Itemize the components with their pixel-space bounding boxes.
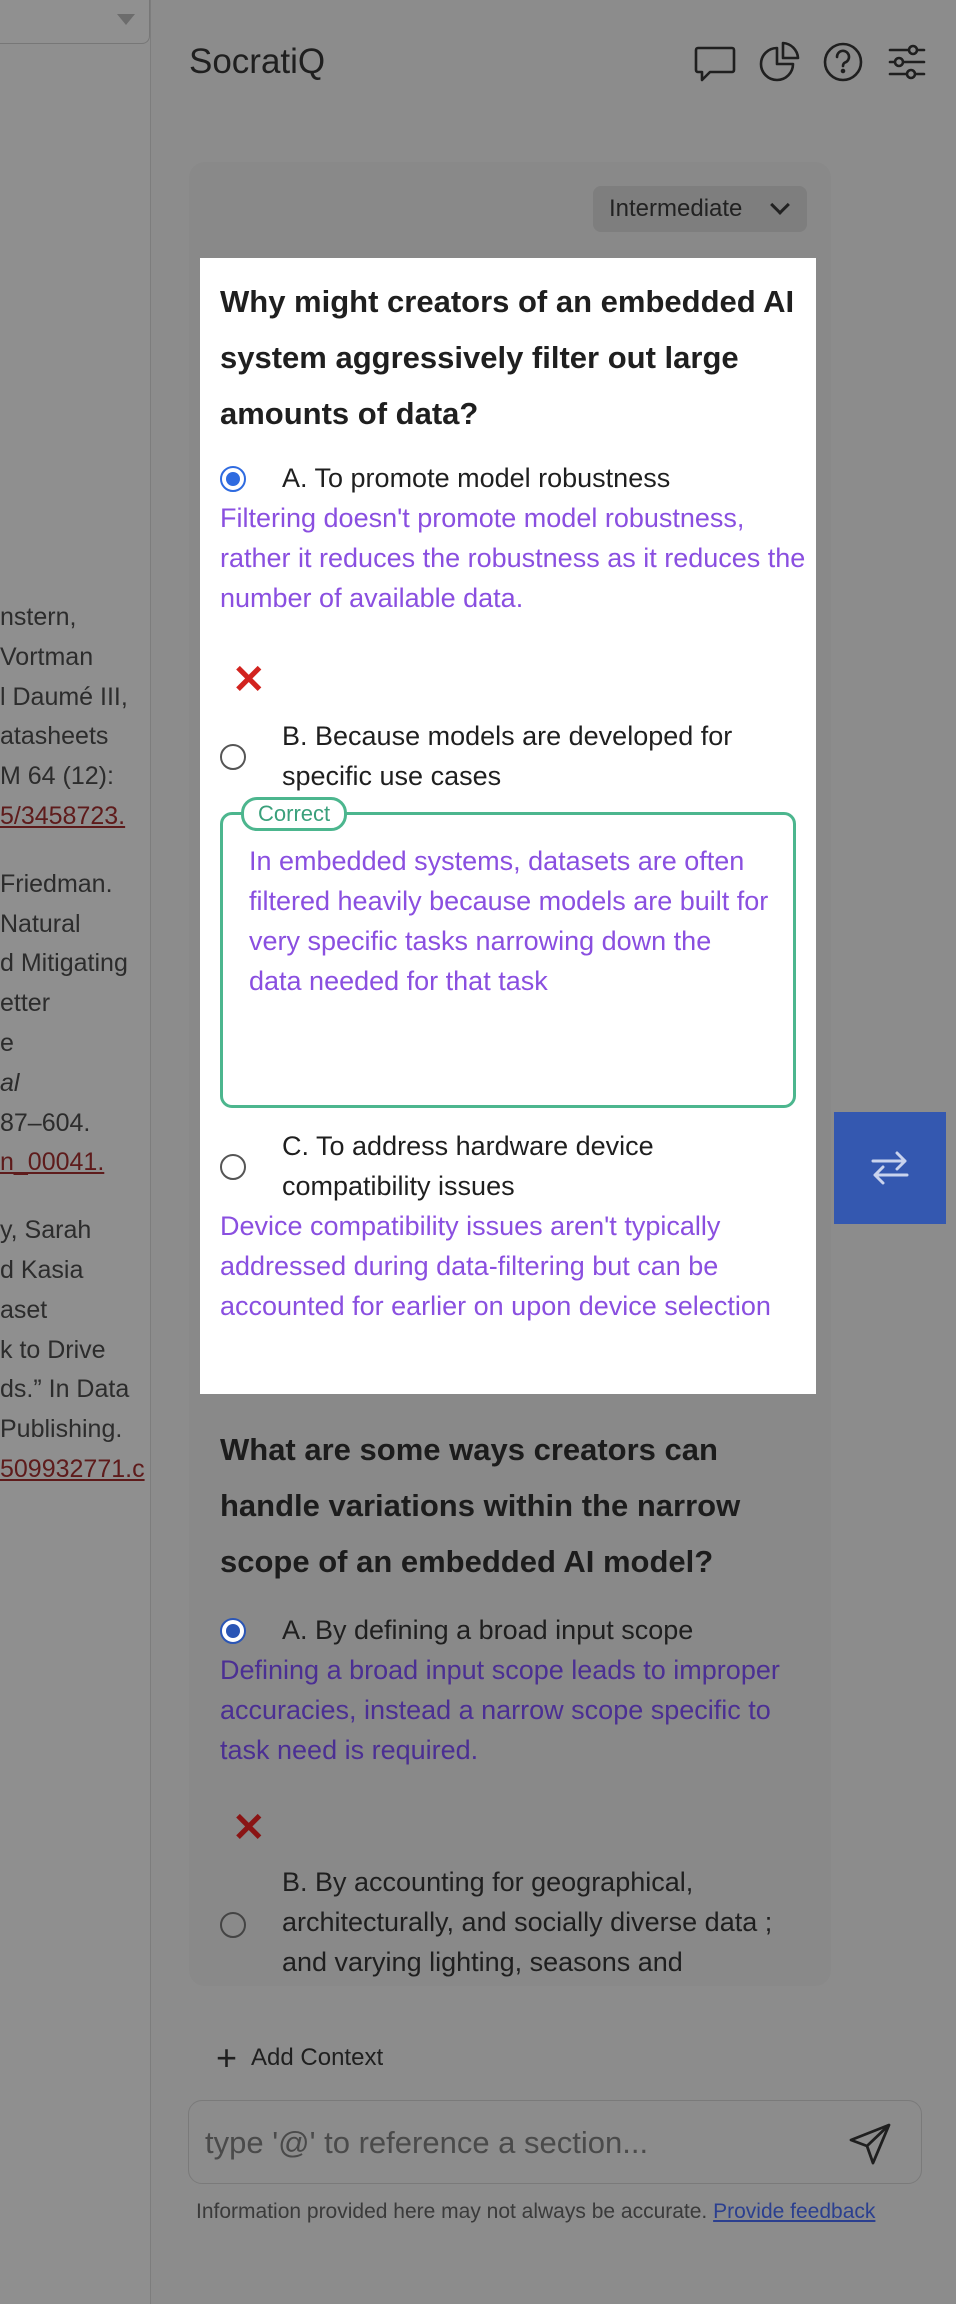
app-title: SocratiQ xyxy=(189,42,326,81)
disclaimer-text: Information provided here may not always… xyxy=(196,2200,708,2223)
option-a[interactable]: A. By defining a broad input scope xyxy=(220,1610,810,1650)
swap-button[interactable] xyxy=(834,1112,946,1224)
chart-icon[interactable] xyxy=(757,40,801,84)
option-b-label: B. Because models are developed for spec… xyxy=(282,721,733,791)
document-line: M 64 (12): xyxy=(0,762,114,791)
question-card-2: What are some ways creators can handle v… xyxy=(220,1422,810,1982)
option-c[interactable]: C. To address hardware device compatibil… xyxy=(220,1126,800,1206)
question-text: Why might creators of an embedded AI sys… xyxy=(220,284,795,431)
document-line: atasheets xyxy=(0,722,109,751)
background-document: nstern, Vortman l Daumé III, atasheets M 64 … xyxy=(0,0,150,2304)
plus-icon: + xyxy=(216,2037,238,2078)
document-line: e xyxy=(0,1028,14,1057)
document-line: Vortman xyxy=(0,642,94,671)
document-line: Natural xyxy=(0,909,81,938)
document-line: Friedman. xyxy=(0,869,113,898)
document-line: Publishing. xyxy=(0,1415,123,1444)
option-a-label: A. To promote model robustness xyxy=(282,463,671,493)
option-a-feedback: Filtering doesn't promote model robustne… xyxy=(220,503,806,613)
document-line: aset xyxy=(0,1295,48,1324)
document-select[interactable] xyxy=(0,0,150,44)
option-a-feedback: Defining a broad input scope leads to im… xyxy=(220,1655,780,1765)
radio-option-c[interactable] xyxy=(220,1154,246,1180)
question-card: Why might creators of an embedded AI sys… xyxy=(200,258,816,1394)
chat-input-box xyxy=(188,2100,922,2184)
option-b-label: B. By accounting for geographical, archi… xyxy=(282,1867,773,1977)
document-line: nstern, xyxy=(0,603,77,631)
document-text: nstern, Vortman l Daumé III, atasheets M 64 … xyxy=(0,598,150,1490)
add-context-button[interactable]: + Add Context xyxy=(216,2040,383,2076)
option-c-feedback: Device compatibility issues aren't typic… xyxy=(220,1211,771,1321)
chat-icon[interactable] xyxy=(693,40,737,84)
chevron-down-icon xyxy=(117,14,135,25)
provide-feedback-link[interactable]: Provide feedback xyxy=(713,2200,875,2223)
panel-header: SocratiQ xyxy=(189,30,929,100)
document-line: y, Sarah xyxy=(0,1216,92,1245)
swap-arrows-icon xyxy=(871,1151,909,1185)
radio-option-b[interactable] xyxy=(220,744,246,770)
document-line: d Mitigating xyxy=(0,949,128,978)
incorrect-x-icon: ✕ xyxy=(232,1806,266,1850)
difficulty-select[interactable]: Intermediate xyxy=(593,186,807,232)
settings-sliders-icon[interactable] xyxy=(885,40,929,84)
document-line: al xyxy=(0,1068,20,1097)
document-line: k to Drive xyxy=(0,1335,106,1364)
option-b[interactable]: B. Because models are developed for spec… xyxy=(220,716,800,796)
option-c-label: C. To address hardware device compatibil… xyxy=(282,1131,654,1201)
send-icon[interactable] xyxy=(847,2121,893,2167)
question-text: What are some ways creators can handle v… xyxy=(220,1432,741,1579)
radio-option-a[interactable] xyxy=(220,466,246,492)
document-line: d Kasia xyxy=(0,1255,84,1284)
help-icon[interactable] xyxy=(821,40,865,84)
document-line[interactable]: n_00041. xyxy=(0,1143,150,1183)
document-line[interactable]: 509932771.c xyxy=(0,1450,150,1490)
radio-option-b[interactable] xyxy=(220,1912,246,1938)
option-a-label: A. By defining a broad input scope xyxy=(282,1615,694,1645)
option-a[interactable]: A. To promote model robustness xyxy=(220,458,800,498)
option-b[interactable]: B. By accounting for geographical, archi… xyxy=(220,1862,810,1982)
difficulty-label: Intermediate xyxy=(609,195,743,222)
correct-answer-box: Correct In embedded systems, datasets ar… xyxy=(220,797,796,1108)
incorrect-x-icon: ✕ xyxy=(232,658,266,702)
chat-input[interactable] xyxy=(205,2119,805,2167)
chevron-down-icon xyxy=(770,195,790,215)
document-line: ds.” In Data xyxy=(0,1375,130,1404)
document-line[interactable]: 5/3458723. xyxy=(0,797,150,837)
disclaimer: Information provided here may not always… xyxy=(196,2196,916,2228)
document-line: 87–604. xyxy=(0,1108,91,1137)
document-line: etter xyxy=(0,989,51,1018)
correct-badge: Correct xyxy=(241,797,348,831)
add-context-label: Add Context xyxy=(251,2044,384,2071)
document-line: l Daumé III, xyxy=(0,682,128,711)
radio-option-a[interactable] xyxy=(220,1618,246,1644)
option-b-feedback: In embedded systems, datasets are often … xyxy=(249,846,769,996)
